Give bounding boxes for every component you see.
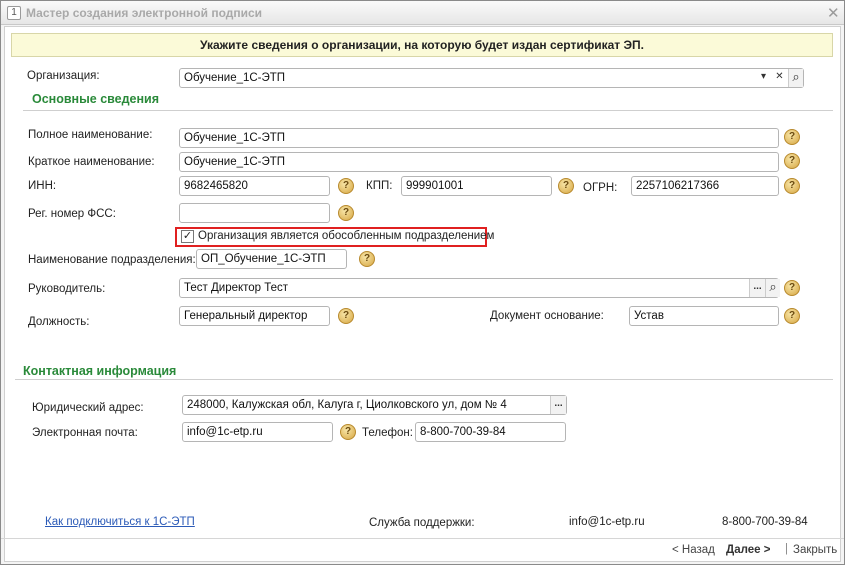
unit-name-label: Наименование подразделения: [28,254,196,266]
full-name-label: Полное наименование: [28,129,153,141]
phone-field[interactable]: 8-800-700-39-84 [415,422,566,442]
inn-label: ИНН: [28,180,57,192]
instruction-banner: Укажите сведения о организации, на котор… [11,33,833,57]
close-window-icon[interactable]: ✕ [827,4,840,22]
head-field[interactable]: Тест Директор Тест [179,278,779,298]
position-field[interactable]: Генеральный директор [179,306,330,326]
legal-address-field[interactable]: 248000, Калужская обл, Калуга г, Циолков… [182,395,567,415]
email-help-icon[interactable]: ? [340,424,356,440]
search-icon[interactable]: ⌕ [788,69,803,87]
email-label: Электронная почта: [32,427,138,439]
head-label: Руководитель: [28,283,106,295]
fss-number-label: Рег. номер ФСС: [28,208,116,220]
legal-address-value: 248000, Калужская обл, Калуга г, Циолков… [187,399,507,411]
basis-help-icon[interactable]: ? [784,308,800,324]
position-help-icon[interactable]: ? [338,308,354,324]
separate-unit-label[interactable]: Организация является обособленным подраз… [198,230,494,242]
support-phone: 8-800-700-39-84 [722,516,808,528]
basis-document-field[interactable]: Устав [629,306,779,326]
email-field[interactable]: info@1c-etp.ru [182,422,333,442]
full-name-help-icon[interactable]: ? [784,129,800,145]
head-value: Тест Директор Тест [184,282,289,294]
organization-select[interactable]: Обучение_1С-ЭТП [179,68,804,88]
support-service-label: Служба поддержки: [369,517,475,529]
window-title: Мастер создания электронной подписи [26,6,263,20]
inn-field[interactable]: 9682465820 [179,176,330,196]
ogrn-label: ОГРН: [583,182,618,194]
close-button[interactable]: Закрыть [793,544,837,556]
head-help-icon[interactable]: ? [784,280,800,296]
ogrn-field[interactable]: 2257106217366 [631,176,779,196]
short-name-label: Краткое наименование: [28,156,155,168]
kpp-field[interactable]: 999901001 [401,176,552,196]
inn-help-icon[interactable]: ? [338,178,354,194]
separate-unit-checkbox[interactable]: ✓ [181,230,194,243]
basis-document-label: Документ основание: [490,310,604,322]
position-label: Должность: [28,316,90,328]
organization-value: Обучение_1С-ЭТП [184,72,286,84]
back-button[interactable]: < Назад [672,544,715,556]
head-search-icon[interactable]: ⌕ [765,279,780,297]
address-select-button[interactable]: ... [550,396,566,414]
unit-name-help-icon[interactable]: ? [359,251,375,267]
organization-label: Организация: [27,70,100,82]
legal-address-label: Юридический адрес: [32,402,144,414]
kpp-help-icon[interactable]: ? [558,178,574,194]
contact-info-divider [15,379,833,380]
title-bar: 1 Мастер создания электронной подписи ✕ [1,1,844,25]
full-name-field[interactable]: Обучение_1С-ЭТП [179,128,779,148]
fss-number-field[interactable] [179,203,330,223]
short-name-help-icon[interactable]: ? [784,153,800,169]
wizard-window: 1 Мастер создания электронной подписи ✕ … [0,0,845,565]
fss-help-icon[interactable]: ? [338,205,354,221]
clear-icon[interactable]: ✕ [772,69,787,87]
short-name-field[interactable]: Обучение_1С-ЭТП [179,152,779,172]
footer-divider [1,538,844,539]
basic-info-section-title: Основные сведения [32,92,160,106]
phone-label: Телефон: [362,427,413,439]
support-email: info@1c-etp.ru [569,516,645,528]
how-to-connect-link[interactable]: Как подключиться к 1С-ЭТП [45,516,195,528]
head-select-button[interactable]: ... [749,279,765,297]
kpp-label: КПП: [366,180,393,192]
ogrn-help-icon[interactable]: ? [784,178,800,194]
next-button[interactable]: Далее > [726,544,770,556]
nav-separator: | [785,543,788,555]
unit-name-field[interactable]: ОП_Обучение_1С-ЭТП [196,249,347,269]
contact-info-section-title: Контактная информация [23,364,177,378]
basic-info-divider [23,110,833,111]
dropdown-icon[interactable]: ▾ [756,69,771,87]
app-icon: 1 [7,6,21,20]
